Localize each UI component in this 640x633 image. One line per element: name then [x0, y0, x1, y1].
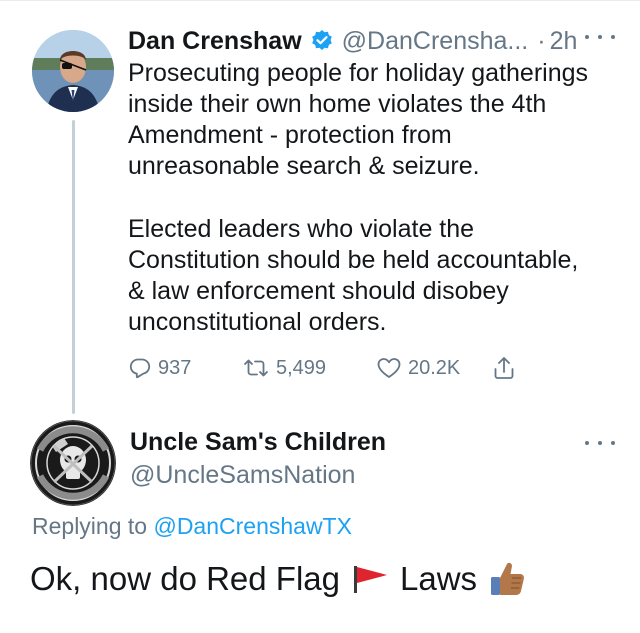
retweet-icon [242, 356, 270, 380]
more-icon[interactable] [585, 29, 615, 45]
tweet-text: Prosecuting people for holiday gathering… [128, 58, 618, 338]
share-icon [492, 355, 516, 381]
reply-count: 937 [158, 356, 192, 379]
retweet-button[interactable]: 5,499 [242, 352, 326, 384]
author-name[interactable]: Dan Crenshaw [128, 27, 302, 56]
verified-badge-icon [310, 29, 334, 53]
tweet-thread: Dan Crenshaw @DanCrensha... · 2h Prosecu… [0, 0, 640, 633]
reply-button[interactable]: 937 [128, 352, 191, 384]
reply-icon [128, 356, 152, 380]
reply-text-start: Ok, now do Red Flag [30, 560, 340, 597]
thread-line [72, 120, 75, 414]
reply-text: Ok, now do Red Flag Laws [30, 560, 527, 598]
replying-prefix: Replying to [32, 513, 148, 539]
author-handle[interactable]: @DanCrensha... [342, 27, 529, 56]
tweet-header: Dan Crenshaw @DanCrensha... · 2h [128, 24, 577, 58]
replying-to: Replying to @DanCrenshawTX [32, 513, 352, 540]
replying-mention-link[interactable]: @DanCrenshawTX [153, 513, 351, 539]
separator-dot: · [537, 26, 546, 55]
tweet-paragraph-1: Prosecuting people for holiday gathering… [128, 59, 589, 180]
thumbs-up-emoji [487, 560, 527, 598]
tweet-paragraph-2: Elected leaders who violate the Constitu… [128, 215, 579, 336]
retweet-count: 5,499 [276, 356, 327, 379]
timestamp[interactable]: 2h [550, 27, 578, 56]
reply-text-end: Laws [400, 560, 478, 597]
top-divider [0, 0, 640, 1]
avatar[interactable] [30, 420, 116, 506]
tweet-actions: 937 5,499 20.2K [128, 352, 548, 384]
author-name[interactable]: Uncle Sam's Children [130, 428, 386, 457]
author-handle[interactable]: @UncleSamsNation [130, 461, 355, 490]
triangular-flag-emoji [350, 564, 390, 594]
share-button[interactable] [492, 352, 516, 384]
more-icon[interactable] [585, 438, 615, 448]
like-button[interactable]: 20.2K [376, 352, 460, 384]
heart-icon [376, 356, 402, 380]
avatar[interactable] [32, 30, 114, 112]
like-count: 20.2K [408, 356, 461, 379]
